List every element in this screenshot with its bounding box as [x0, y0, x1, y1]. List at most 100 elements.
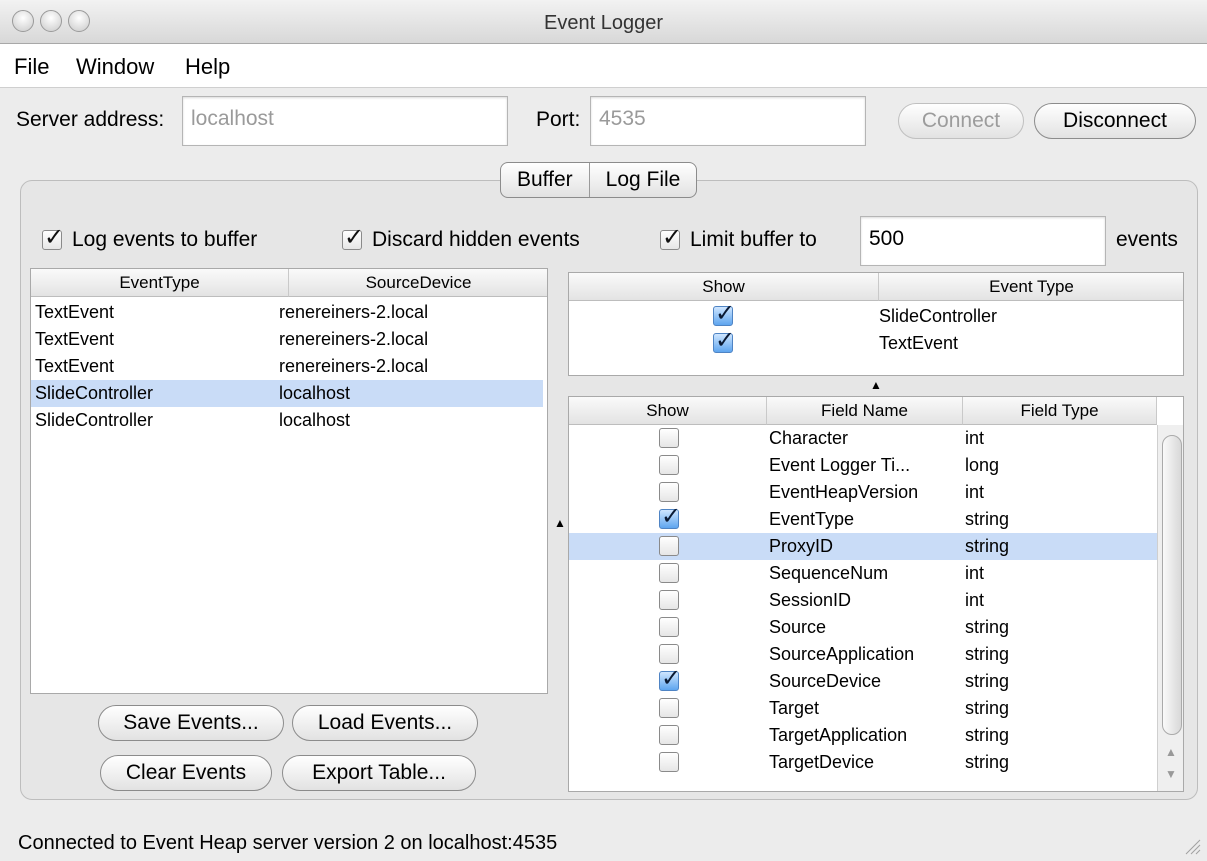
log-events-checkbox[interactable]: [42, 223, 64, 252]
collapse-arrow-icon[interactable]: ▲: [870, 378, 882, 392]
table-row[interactable]: Character int: [569, 425, 1157, 452]
discard-hidden-label: Discard hidden events: [372, 228, 580, 251]
table-row[interactable]: TextEvent renereiners-2.local: [31, 326, 547, 353]
table-row[interactable]: TextEvent: [569, 326, 1183, 357]
cell-event-type: TextEvent: [35, 356, 115, 376]
cell-field-name: EventType: [769, 509, 855, 529]
table-row[interactable]: SlideController localhost: [31, 407, 547, 434]
cell-field-name: Source: [769, 617, 827, 637]
collapse-arrow-icon[interactable]: ▲: [554, 516, 566, 530]
split-divider[interactable]: ▲: [552, 268, 566, 792]
log-events-option[interactable]: Log events to buffer: [42, 223, 257, 252]
show-checkbox[interactable]: [659, 502, 681, 531]
show-checkbox[interactable]: [659, 644, 679, 664]
table-row[interactable]: SourceApplication string: [569, 641, 1157, 668]
resize-grip-icon[interactable]: [1183, 837, 1201, 855]
table-row[interactable]: SourceDevice string: [569, 664, 1157, 695]
connect-button[interactable]: Connect: [898, 103, 1024, 139]
col-header-sourcedevice[interactable]: SourceDevice: [289, 269, 547, 297]
limit-buffer-input[interactable]: 500: [860, 216, 1106, 266]
limit-buffer-label: Limit buffer to: [690, 228, 817, 251]
discard-hidden-option[interactable]: Discard hidden events: [342, 223, 580, 252]
cell-field-name: TargetApplication: [769, 725, 908, 745]
col-header-field-name[interactable]: Field Name: [767, 397, 963, 425]
col-header-eventtype[interactable]: EventType: [31, 269, 289, 297]
export-table-button[interactable]: Export Table...: [282, 755, 476, 791]
tab-log-file[interactable]: Log File: [588, 163, 697, 197]
show-checkbox[interactable]: [659, 590, 679, 610]
disconnect-button[interactable]: Disconnect: [1034, 103, 1196, 139]
cell-field-name: SessionID: [769, 590, 852, 610]
limit-buffer-option[interactable]: Limit buffer to: [660, 223, 817, 252]
show-checkbox[interactable]: [713, 299, 735, 328]
menu-bar: File Window Help: [0, 44, 1207, 88]
table-row[interactable]: TargetApplication string: [569, 722, 1157, 749]
table-row[interactable]: TextEvent renereiners-2.local: [31, 353, 547, 380]
col-header-show[interactable]: Show: [569, 273, 879, 301]
cell-source-device: renereiners-2.local: [279, 356, 429, 376]
port-input[interactable]: 4535: [590, 96, 866, 146]
load-events-button[interactable]: Load Events...: [292, 705, 478, 741]
status-text: Connected to Event Heap server version 2…: [18, 832, 558, 854]
event-logger-window: Event Logger File Window Help Server add…: [0, 0, 1207, 861]
table-row[interactable]: SessionID int: [569, 587, 1157, 614]
show-checkbox[interactable]: [659, 752, 679, 772]
cell-field-name: Target: [769, 698, 820, 718]
table-row-selected[interactable]: SlideController localhost: [31, 380, 543, 407]
table-row[interactable]: SequenceNum int: [569, 560, 1157, 587]
col-header-show[interactable]: Show: [569, 397, 767, 425]
cell-field-name: SourceApplication: [769, 644, 915, 664]
col-header-field-type[interactable]: Field Type: [963, 397, 1157, 425]
table-row[interactable]: EventType string: [569, 502, 1157, 533]
cell-event-type: SlideController: [35, 383, 154, 403]
clear-events-button[interactable]: Clear Events: [100, 755, 272, 791]
cell-source-device: localhost: [279, 410, 351, 430]
window-title: Event Logger: [544, 12, 663, 34]
events-suffix-label: events: [1116, 228, 1178, 251]
table-row[interactable]: Target string: [569, 695, 1157, 722]
show-checkbox[interactable]: [659, 664, 681, 693]
cell-field-type: string: [965, 698, 1010, 718]
scroll-up-icon[interactable]: ▲: [1165, 745, 1177, 759]
cell-field-name: ProxyID: [769, 536, 834, 556]
show-checkbox[interactable]: [659, 617, 679, 637]
show-checkbox[interactable]: [659, 455, 679, 475]
table-row[interactable]: TargetDevice string: [569, 749, 1157, 776]
col-header-event-type[interactable]: Event Type: [879, 273, 1183, 301]
save-events-button[interactable]: Save Events...: [98, 705, 284, 741]
table-row[interactable]: TextEvent renereiners-2.local: [31, 299, 547, 326]
tab-switcher: Buffer Log File: [500, 162, 698, 198]
table-row[interactable]: Event Logger Ti... long: [569, 452, 1157, 479]
show-checkbox[interactable]: [659, 536, 679, 556]
show-checkbox[interactable]: [659, 725, 679, 745]
table-row-selected[interactable]: ProxyID string: [569, 533, 1157, 560]
scroll-down-icon[interactable]: ▼: [1165, 767, 1177, 781]
cell-field-type: string: [965, 644, 1010, 664]
cell-source-device: renereiners-2.local: [279, 302, 429, 322]
tab-buffer[interactable]: Buffer: [501, 163, 589, 197]
cell-field-type: long: [965, 455, 1000, 475]
menu-file[interactable]: File: [14, 54, 49, 80]
show-checkbox[interactable]: [659, 698, 679, 718]
table-row[interactable]: EventHeapVersion int: [569, 479, 1157, 506]
show-checkbox[interactable]: [713, 326, 735, 355]
discard-hidden-checkbox[interactable]: [342, 223, 364, 252]
table-row[interactable]: SlideController: [569, 299, 1183, 330]
cell-field-type: string: [965, 509, 1010, 529]
fields-scrollbar[interactable]: ▲ ▼: [1157, 425, 1183, 791]
scrollbar-thumb[interactable]: [1162, 435, 1182, 735]
menu-help[interactable]: Help: [185, 54, 230, 80]
cell-field-type: string: [965, 536, 1010, 556]
show-checkbox[interactable]: [659, 563, 679, 583]
show-checkbox[interactable]: [659, 428, 679, 448]
table-row[interactable]: Source string: [569, 614, 1157, 641]
cell-field-name: EventHeapVersion: [769, 482, 919, 502]
cell-field-type: int: [965, 590, 985, 610]
cell-event-type: TextEvent: [879, 333, 959, 353]
menu-window[interactable]: Window: [76, 54, 154, 80]
horizontal-split-divider[interactable]: ▲: [568, 378, 1184, 394]
cell-field-type: string: [965, 617, 1010, 637]
server-address-input[interactable]: localhost: [182, 96, 508, 146]
limit-buffer-checkbox[interactable]: [660, 223, 682, 252]
show-checkbox[interactable]: [659, 482, 679, 502]
